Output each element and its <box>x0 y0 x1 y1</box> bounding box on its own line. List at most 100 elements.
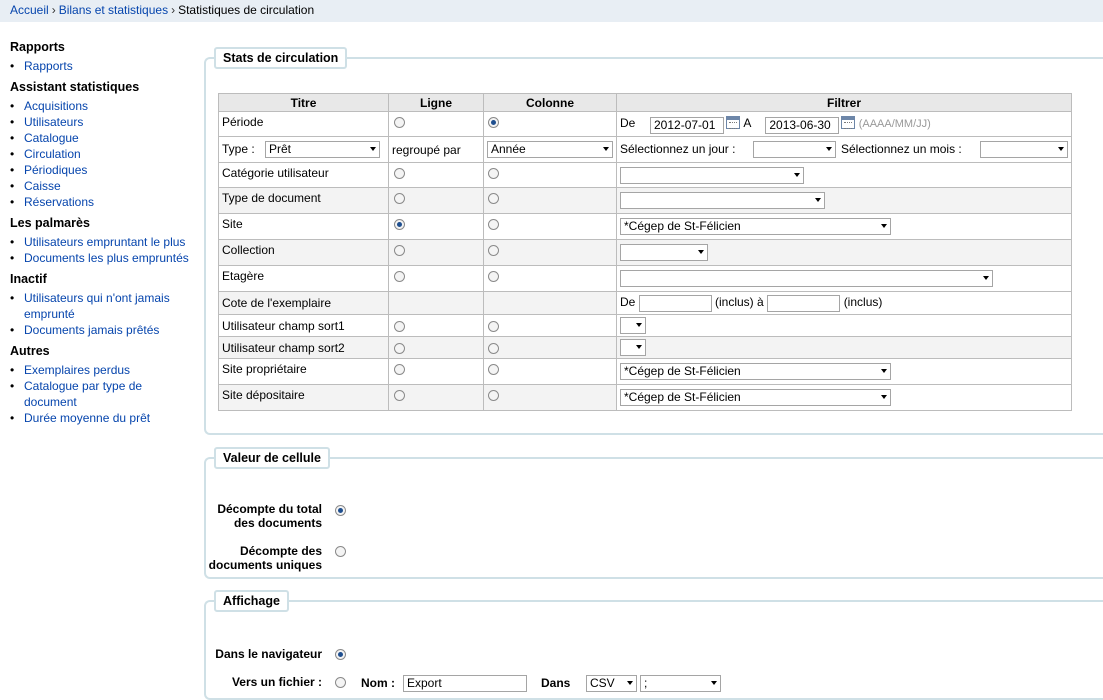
sort1-filter-select[interactable] <box>620 317 646 334</box>
sort2-filter-select[interactable] <box>620 339 646 356</box>
period-column-radio[interactable] <box>488 117 499 129</box>
period-row-cell <box>388 111 484 137</box>
sort1-row-radio[interactable] <box>394 320 405 332</box>
sidebar-link[interactable]: Exemplaires perdus <box>24 363 130 377</box>
sidebar-link[interactable]: Utilisateurs empruntant le plus <box>24 235 185 249</box>
chevron-down-icon <box>698 250 704 254</box>
breadcrumb-home[interactable]: Accueil <box>10 3 49 17</box>
doctype-column-radio[interactable] <box>488 193 499 205</box>
breadcrumb-reports[interactable]: Bilans et statistiques <box>59 3 168 17</box>
sidebar-item-rapports[interactable]: Rapports <box>10 58 195 74</box>
sidebar-link[interactable]: Circulation <box>24 147 81 161</box>
holder-column-radio[interactable] <box>488 390 499 402</box>
shelf-column-radio[interactable] <box>488 271 499 283</box>
sidebar-item-catalog-by-type[interactable]: Catalogue par type de document <box>10 378 195 410</box>
display-browser-radio[interactable] <box>335 649 346 660</box>
cell-total-radio[interactable] <box>335 505 346 516</box>
collection-filter-select[interactable] <box>620 244 708 261</box>
category-row-radio[interactable] <box>394 168 405 180</box>
sidebar-link[interactable]: Caisse <box>24 179 61 193</box>
export-format-value: CSV <box>590 676 615 690</box>
grouped-select[interactable]: Année <box>487 141 613 158</box>
display-file-label: Vers un fichier : <box>231 675 322 689</box>
category-column-radio[interactable] <box>488 168 499 180</box>
owner-row-cell <box>388 358 484 385</box>
sidebar-item-caisse[interactable]: Caisse <box>10 178 195 194</box>
sort2-filter-cell <box>616 336 1072 359</box>
cell-unique-label: Décompte des documents uniques <box>208 544 322 572</box>
sidebar-link[interactable]: Utilisateurs <box>24 115 83 129</box>
shelf-filter-select[interactable] <box>620 270 993 287</box>
callnumber-column-cell <box>483 291 617 315</box>
sidebar-item-lost-items[interactable]: Exemplaires perdus <box>10 362 195 378</box>
breadcrumb-separator: › <box>171 3 176 17</box>
sidebar-item-never-lent-documents[interactable]: Documents jamais prêtés <box>10 322 195 338</box>
sidebar-link[interactable]: Périodiques <box>24 163 87 177</box>
sidebar-link[interactable]: Acquisitions <box>24 99 88 113</box>
holder-row-radio[interactable] <box>394 390 405 402</box>
sidebar-heading-inactif: Inactif <box>10 272 47 286</box>
sidebar-link[interactable]: Documents jamais prêtés <box>24 323 159 337</box>
site-filter-select[interactable]: *Cégep de St-Félicien <box>620 218 891 235</box>
breadcrumb-current: Statistiques de circulation <box>178 3 315 17</box>
month-label: Sélectionnez un mois : <box>841 141 962 156</box>
doctype-filter-select[interactable] <box>620 192 825 209</box>
calendar-icon[interactable] <box>841 116 856 129</box>
sidebar-item-top-borrowers[interactable]: Utilisateurs empruntant le plus <box>10 234 195 250</box>
sidebar-item-catalogue[interactable]: Catalogue <box>10 130 195 146</box>
callnumber-filter-cell: De (inclus) à (inclus) <box>616 291 1072 315</box>
collection-column-radio[interactable] <box>488 245 499 257</box>
shelf-row-radio[interactable] <box>394 271 405 283</box>
sidebar-item-periodiques[interactable]: Périodiques <box>10 162 195 178</box>
cell-unique-radio[interactable] <box>335 546 346 557</box>
sidebar-item-utilisateurs[interactable]: Utilisateurs <box>10 114 195 130</box>
owner-column-radio[interactable] <box>488 364 499 376</box>
callnumber-from-input[interactable] <box>639 294 712 312</box>
period-to-label: A <box>743 116 752 131</box>
sidebar-item-avg-loan-time[interactable]: Durée moyenne du prêt <box>10 410 195 426</box>
period-from-input[interactable]: 2012-07-01 <box>650 117 724 134</box>
callnumber-to-input[interactable] <box>766 294 840 312</box>
export-separator-value: ; <box>644 676 648 690</box>
owner-filter-select[interactable]: *Cégep de St-Félicien <box>620 363 891 380</box>
cell-total-label: Décompte du total des documents <box>217 502 322 530</box>
day-select[interactable] <box>753 141 836 158</box>
period-row-radio[interactable] <box>394 117 405 129</box>
period-to-input[interactable]: 2013-06-30 <box>765 117 840 134</box>
calendar-icon[interactable] <box>726 116 740 129</box>
site-row-radio[interactable] <box>394 219 405 231</box>
table-row-sort1: Utilisateur champ sort1 <box>218 314 1072 337</box>
export-name-label: Nom : <box>361 676 395 690</box>
export-format-select[interactable]: CSV <box>586 675 637 692</box>
sidebar-link[interactable]: Catalogue <box>24 131 79 145</box>
sidebar-link[interactable]: Rapports <box>24 59 73 73</box>
type-select[interactable]: Prêt <box>265 141 380 158</box>
sidebar-item-acquisitions[interactable]: Acquisitions <box>10 98 195 114</box>
sidebar-list-rapports: Rapports <box>10 58 195 74</box>
export-name-input[interactable]: Export <box>403 675 527 692</box>
display-file-radio[interactable] <box>335 677 346 688</box>
sidebar-item-never-borrowed-users[interactable]: Utilisateurs qui n'ont jamais emprunté <box>10 290 195 322</box>
sidebar-link[interactable]: Catalogue par type de document <box>24 379 142 409</box>
sidebar-link[interactable]: Utilisateurs qui n'ont jamais emprunté <box>24 291 170 321</box>
period-column-cell <box>483 111 617 137</box>
site-column-radio[interactable] <box>488 219 499 231</box>
sort2-column-radio[interactable] <box>488 342 499 354</box>
sort1-column-radio[interactable] <box>488 320 499 332</box>
holder-filter-value: *Cégep de St-Félicien <box>624 390 741 404</box>
sidebar-item-reservations[interactable]: Réservations <box>10 194 195 210</box>
sidebar-item-circulation[interactable]: Circulation <box>10 146 195 162</box>
sidebar-item-top-documents[interactable]: Documents les plus empruntés <box>10 250 195 266</box>
header-filter: Filtrer <box>616 93 1072 112</box>
category-filter-select[interactable] <box>620 166 804 184</box>
holder-filter-select[interactable]: *Cégep de St-Félicien <box>620 389 891 406</box>
sidebar-link[interactable]: Durée moyenne du prêt <box>24 411 150 425</box>
sidebar-link[interactable]: Réservations <box>24 195 94 209</box>
sidebar-link[interactable]: Documents les plus empruntés <box>24 251 189 265</box>
month-select[interactable] <box>980 141 1068 158</box>
doctype-row-radio[interactable] <box>394 193 405 205</box>
sort2-row-radio[interactable] <box>394 342 405 354</box>
collection-row-radio[interactable] <box>394 245 405 257</box>
owner-row-radio[interactable] <box>394 364 405 376</box>
export-separator-select[interactable]: ; <box>640 675 721 692</box>
